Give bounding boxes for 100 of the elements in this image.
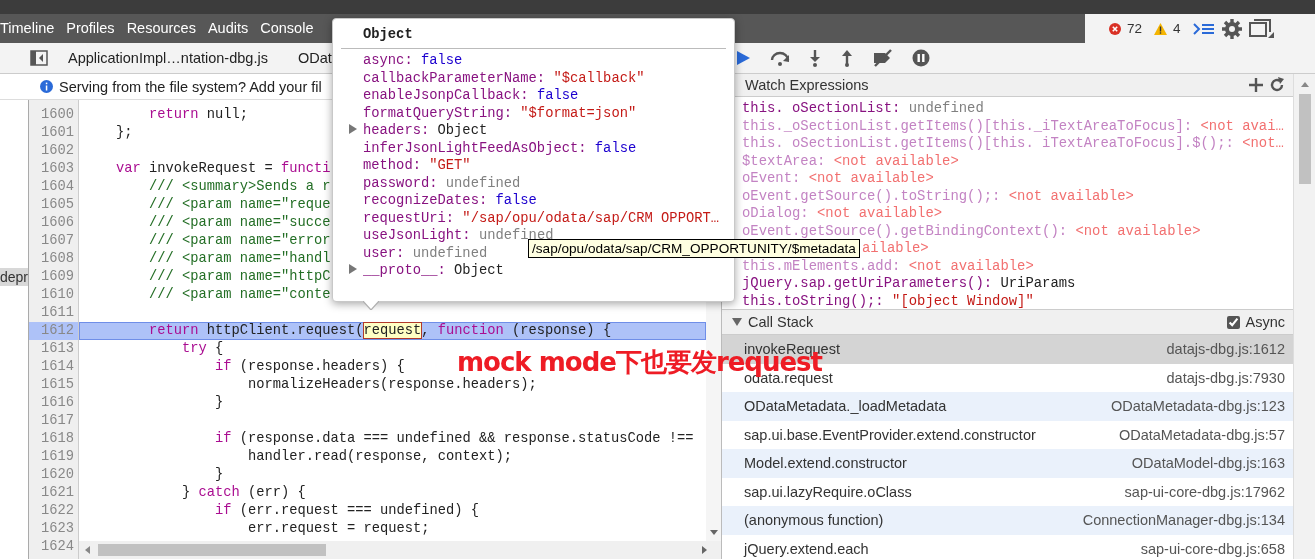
warning-count[interactable]: 4 <box>1173 21 1181 36</box>
checkbox-label[interactable]: Async <box>1245 314 1285 330</box>
object-property: method: "GET" <box>363 157 471 175</box>
code-line: /// <summary>Sends a r <box>148 179 331 194</box>
source-location[interactable]: ODataMetadata-dbg.js:123 <box>1110 398 1285 415</box>
scroll-down-icon[interactable] <box>709 530 718 535</box>
function-name[interactable]: Model.extend.constructor <box>744 455 1132 472</box>
source-location[interactable]: ODataMetadata-dbg.js:57 <box>1118 426 1285 443</box>
line-number: 1620 <box>40 466 75 484</box>
source-location[interactable]: ODataModel-dbg.js:163 <box>1131 455 1285 472</box>
object-property: callbackParameterName: "$callback" <box>363 69 645 87</box>
function-name[interactable]: (anonymous function) <box>744 512 1083 529</box>
function-name[interactable]: ODataMetadata._loadMetadata <box>744 398 1111 415</box>
object-property: password: undefined <box>363 174 521 192</box>
source-location[interactable]: datajs-dbg.js:1612 <box>1166 341 1285 358</box>
line-number: 1614 <box>40 358 75 376</box>
warning-icon <box>1154 22 1168 35</box>
async-checkbox[interactable] <box>1226 315 1240 329</box>
line-number: 1609 <box>40 268 75 286</box>
source-location[interactable]: sap-ui-core-dbg.js:658 <box>1140 540 1285 557</box>
panel-tab[interactable]: Console <box>254 14 320 43</box>
dock-icon[interactable] <box>1248 18 1275 39</box>
refresh-icon[interactable] <box>1269 77 1285 93</box>
code-line: return httpClient.request(request, function (response) { <box>148 323 612 338</box>
line-number: 1613 <box>40 340 75 358</box>
sidebar-toggle-icon[interactable] <box>30 50 48 66</box>
popover-title: Object <box>362 26 414 44</box>
navigator-item[interactable]: depr <box>0 268 28 286</box>
code-line: /// <param name="error <box>148 233 331 248</box>
line-number: 1623 <box>40 520 75 538</box>
code-line: /// <param name="reque <box>148 197 331 212</box>
expand-triangle-icon[interactable] <box>349 264 357 274</box>
object-property: formatQueryString: "$format=json" <box>363 104 637 122</box>
code-line: return null; <box>148 107 249 122</box>
code-line: }; <box>115 125 133 140</box>
line-number: 1607 <box>40 232 75 250</box>
code-line: } <box>214 395 224 410</box>
line-number: 1610 <box>40 286 75 304</box>
code-line: var invokeRequest = functi <box>115 161 331 176</box>
object-property[interactable]: __proto__: Object <box>363 262 504 280</box>
step-out-icon[interactable] <box>840 49 854 67</box>
step-into-icon[interactable] <box>808 49 822 67</box>
console-drawer-icon[interactable] <box>1192 20 1215 37</box>
code-line: try { <box>181 341 224 356</box>
scroll-left-icon[interactable] <box>85 546 90 554</box>
code-line: /// <param name="conte <box>148 287 331 302</box>
function-name[interactable]: sap.ui.base.EventProvider.extend.constructor <box>744 426 1119 443</box>
source-location[interactable]: sap-ui-core-dbg.js:17962 <box>1124 483 1285 500</box>
line-number: 1608 <box>40 250 75 268</box>
deactivate-breakpoints-icon[interactable] <box>872 49 894 67</box>
pause-on-exceptions-icon[interactable] <box>912 49 930 67</box>
object-property: inferJsonLightFeedAsObject: false <box>363 139 637 157</box>
code-line: normalizeHeaders(response.headers); <box>247 377 537 392</box>
code-line: } <box>214 467 224 482</box>
watch-expression[interactable]: jQuery.sap.getUriParameters(): UriParams <box>742 275 1293 293</box>
object-property: recognizeDates: false <box>363 192 537 210</box>
panel-tab[interactable]: Timeline <box>0 14 61 43</box>
expand-triangle-icon[interactable] <box>349 124 357 134</box>
scroll-up-icon[interactable] <box>1300 82 1309 87</box>
line-number: 1616 <box>40 394 75 412</box>
function-name[interactable]: jQuery.extend.each <box>744 540 1141 557</box>
panel-tab[interactable]: Resources <box>120 14 202 43</box>
collapse-triangle-icon[interactable] <box>732 318 742 326</box>
step-over-icon[interactable] <box>770 49 790 67</box>
scrollbar-thumb[interactable] <box>98 544 326 556</box>
line-number: 1602 <box>40 142 75 160</box>
info-icon <box>40 80 53 93</box>
watch-expression[interactable]: this. oSectionList: undefined <box>742 100 1293 118</box>
line-number: 1606 <box>40 214 75 232</box>
file-tab[interactable]: ApplicationImpl…ntation-dbg.js <box>58 50 278 66</box>
function-name[interactable]: sap.ui.lazyRequire.oClass <box>744 483 1125 500</box>
code-line: /// <param name="httpC <box>148 269 331 284</box>
resume-icon[interactable] <box>734 49 752 67</box>
object-property[interactable]: headers: Object <box>363 122 488 140</box>
object-property: enableJsonpCallback: false <box>363 87 579 105</box>
line-number: 1601 <box>40 124 75 142</box>
line-number: 1619 <box>40 448 75 466</box>
error-count[interactable]: 72 <box>1127 21 1143 36</box>
file-tab[interactable]: ODat <box>287 50 342 66</box>
code-line: /// <param name="handl <box>148 251 331 266</box>
line-number: 1624 <box>40 538 75 556</box>
panel-tab[interactable]: Audits <box>201 14 255 43</box>
line-number: 1605 <box>40 196 75 214</box>
source-location[interactable]: ConnectionManager-dbg.js:134 <box>1082 512 1285 529</box>
code-line: if (response.headers) { <box>214 359 405 374</box>
add-icon[interactable] <box>1249 78 1263 92</box>
scroll-right-icon[interactable] <box>702 546 707 554</box>
code-line: err.request = request; <box>247 521 430 536</box>
section-title[interactable]: Call Stack <box>748 314 1221 330</box>
code-line: } catch (err) { <box>181 485 306 500</box>
code-line: if (err.request === undefined) { <box>214 503 480 518</box>
settings-icon[interactable] <box>1220 17 1243 40</box>
watch-expression[interactable]: this.toString();: "[object Window]" <box>742 292 1293 310</box>
line-number: 1611 <box>40 304 75 322</box>
source-location[interactable]: datajs-dbg.js:7930 <box>1166 369 1285 386</box>
scrollbar-thumb[interactable] <box>1298 94 1311 184</box>
line-number: 1612 <box>29 322 78 340</box>
panel-tab[interactable]: Profiles <box>60 14 121 43</box>
line-number: 1622 <box>40 502 75 520</box>
info-message: Serving from the file system? Add your fil <box>59 78 322 95</box>
